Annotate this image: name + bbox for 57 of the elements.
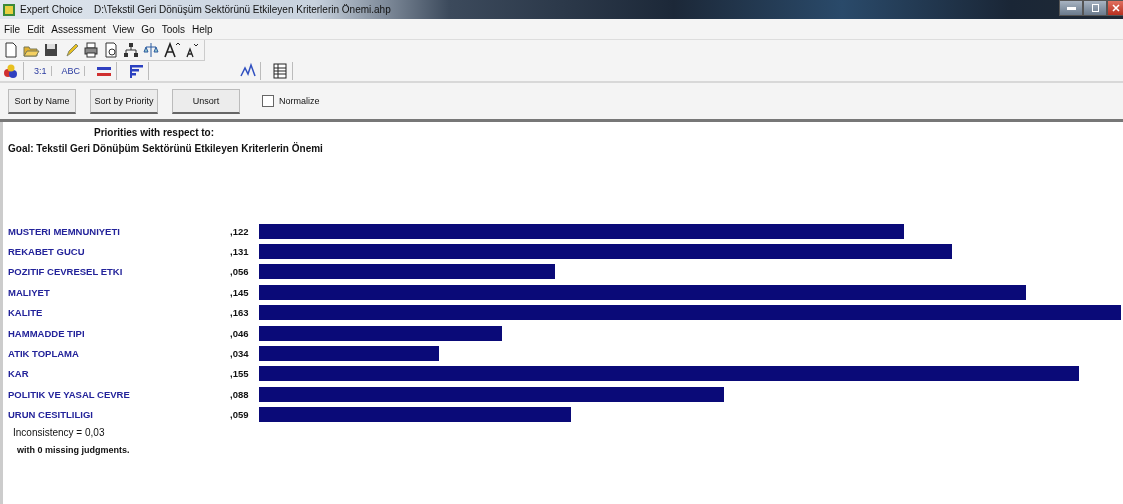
criterion-label: KALITE <box>7 307 44 319</box>
chart-heading: Priorities with respect to: <box>93 127 216 138</box>
minimize-button[interactable] <box>1059 0 1083 16</box>
save-icon[interactable] <box>42 41 60 59</box>
maximize-icon <box>1091 4 1099 12</box>
balance-tree-icon[interactable] <box>142 41 160 59</box>
criterion-label: KAR <box>7 368 30 380</box>
priority-value: ,155 <box>229 368 250 380</box>
criterion-label: MALIYET <box>7 286 51 298</box>
criterion-label: POZITIF CEVRESEL ETKI <box>7 266 124 278</box>
normalize-checkbox[interactable] <box>262 95 274 107</box>
menu-item[interactable]: Assessment <box>51 23 106 35</box>
goal-text: Goal: Tekstil Geri Dönüþüm Sektörünü Etkileyen Kriterlerin Önemi <box>7 143 324 154</box>
checkbox-label: Normalize <box>279 96 320 106</box>
close-icon <box>1111 4 1120 12</box>
close-button[interactable] <box>1107 0 1123 16</box>
minimize-icon <box>1066 6 1076 10</box>
hierarchy-icon[interactable] <box>122 41 140 59</box>
priority-value: ,046 <box>229 327 250 339</box>
printer-icon[interactable] <box>82 41 100 59</box>
equals-icon[interactable] <box>95 62 118 80</box>
criterion-label: HAMMADDE TIPI <box>7 327 86 339</box>
inconsistency-text: Inconsistency = 0,03 <box>12 426 106 438</box>
criterion-label: MUSTERI MEMNUNIYETI <box>7 225 121 237</box>
toolbar-button[interactable]: ABC <box>61 66 86 76</box>
function-graph-icon[interactable] <box>239 62 262 80</box>
priority-value: ,034 <box>229 348 250 360</box>
criterion-label: REKABET GUCU <box>7 246 86 258</box>
maximize-button[interactable] <box>1083 0 1107 16</box>
menu-item[interactable]: Go <box>141 23 155 35</box>
priority-value: ,056 <box>229 266 250 278</box>
sort-button[interactable]: Sort by Priority <box>90 88 158 114</box>
criterion-label: URUN CESITLILIGI <box>7 409 94 421</box>
palette-icon[interactable] <box>2 62 24 80</box>
app-icon <box>2 2 16 17</box>
priority-value: ,131 <box>229 246 250 258</box>
window-title: Expert Choice D:\Tekstil Geri Dönüşüm Sektörünü Etkileyen Kriterlerin Önemi.ahp <box>20 4 391 15</box>
sort-bars-icon[interactable] <box>127 62 150 80</box>
priority-value: ,163 <box>229 307 250 319</box>
sort-button[interactable]: Unsort <box>172 88 240 114</box>
menu-item[interactable]: Help <box>192 23 213 35</box>
priority-value: ,145 <box>229 286 250 298</box>
menu-item[interactable]: View <box>112 23 135 35</box>
sort-button[interactable]: Sort by Name <box>8 88 76 114</box>
menu-item[interactable]: Tools <box>161 23 186 35</box>
criterion-label: ATIK TOPLAMA <box>7 348 80 360</box>
missing-judgments-text: with 0 missing judgments. <box>16 444 131 455</box>
table-grid-icon[interactable] <box>271 62 294 80</box>
priority-value: ,088 <box>229 388 250 400</box>
print-preview-icon[interactable] <box>102 41 120 59</box>
priority-value: ,059 <box>229 409 250 421</box>
menu-item[interactable]: Edit <box>27 23 45 35</box>
priority-value: ,122 <box>229 225 250 237</box>
criterion-label: POLITIK VE YASAL CEVRE <box>7 388 131 400</box>
menu-item[interactable]: File <box>4 23 21 35</box>
font-larger-icon[interactable] <box>162 41 180 59</box>
toolbar-button[interactable]: 3:1 <box>34 66 52 76</box>
